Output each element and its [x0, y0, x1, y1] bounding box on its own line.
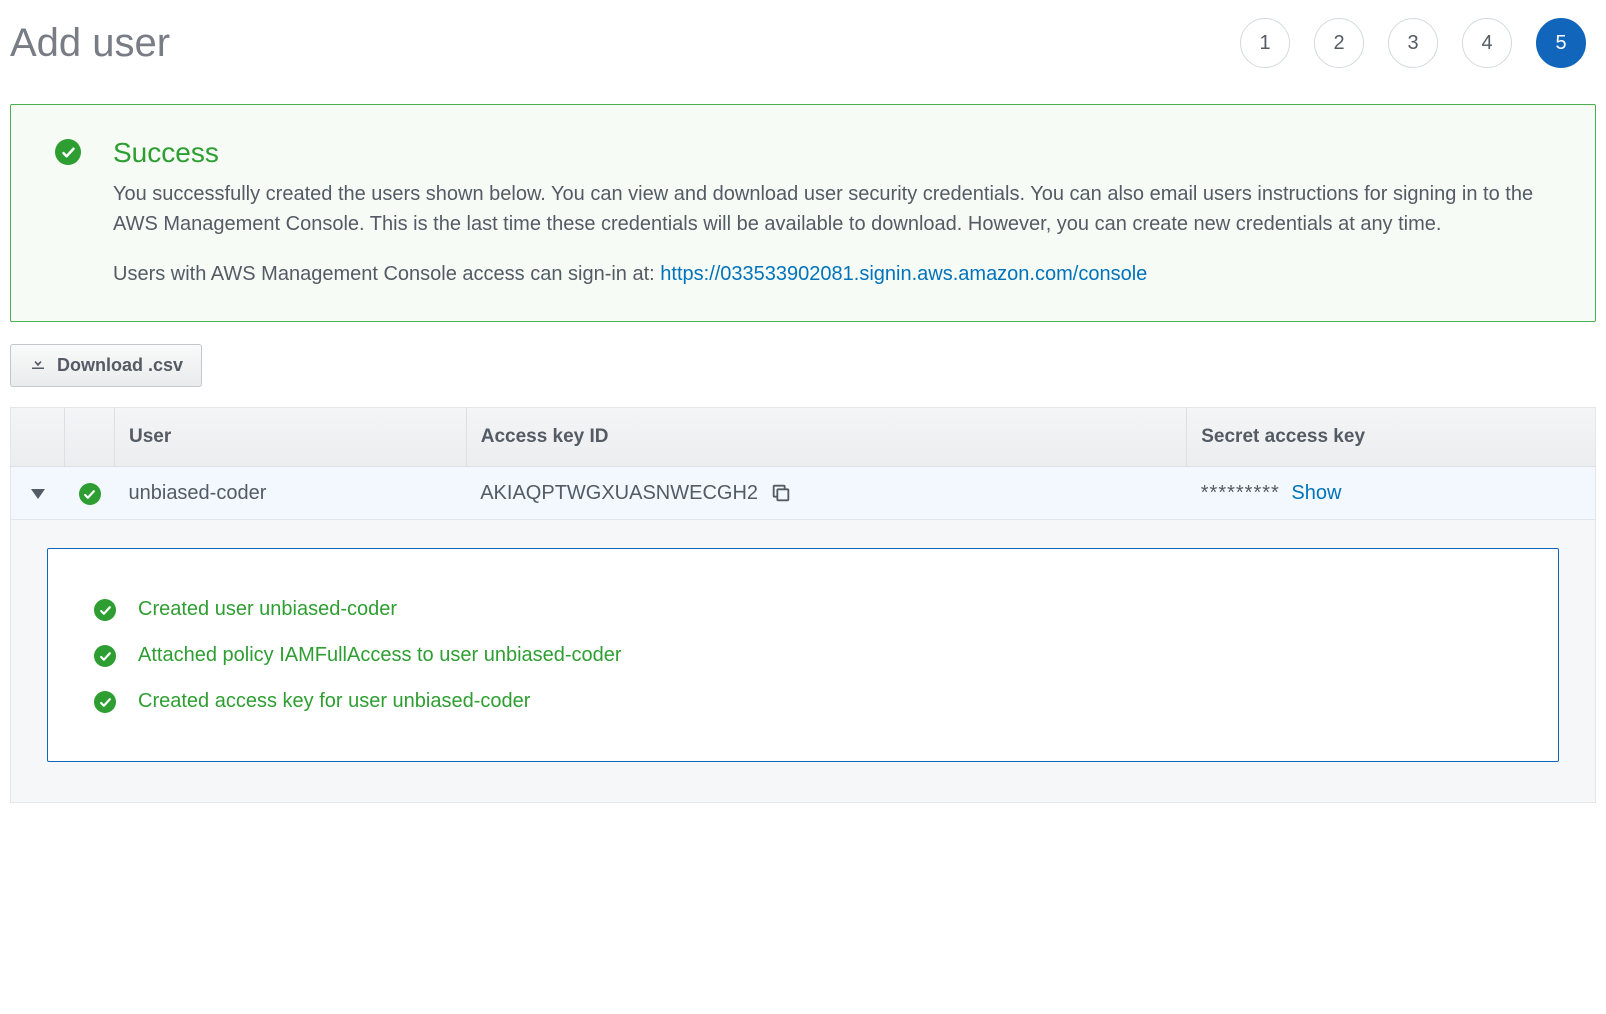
step-3[interactable]: 3	[1388, 18, 1438, 68]
step-5[interactable]: 5	[1536, 18, 1586, 68]
download-csv-button[interactable]: Download .csv	[10, 344, 202, 387]
detail-item: Attached policy IAMFullAccess to user un…	[94, 643, 1512, 667]
users-table: User Access key ID Secret access key unb…	[10, 407, 1596, 803]
detail-text: Created access key for user unbiased-cod…	[138, 690, 530, 713]
caret-down-icon	[31, 482, 45, 504]
detail-item: Created user unbiased-coder	[94, 597, 1512, 621]
detail-text: Attached policy IAMFullAccess to user un…	[138, 644, 622, 667]
row-access-key-id: AKIAQPTWGXUASNWECGH2	[480, 482, 758, 505]
success-check-icon	[79, 483, 101, 505]
download-icon	[29, 354, 47, 377]
row-secret-masked: *********	[1201, 482, 1280, 504]
col-access-key-id: Access key ID	[466, 408, 1187, 467]
row-username: unbiased-coder	[115, 467, 467, 520]
success-check-icon	[94, 691, 116, 713]
signin-prefix: Users with AWS Management Console access…	[113, 263, 660, 285]
success-paragraph-2: Users with AWS Management Console access…	[113, 259, 1559, 289]
success-title: Success	[113, 137, 1559, 169]
step-4[interactable]: 4	[1462, 18, 1512, 68]
download-csv-label: Download .csv	[57, 355, 183, 376]
step-1[interactable]: 1	[1240, 18, 1290, 68]
success-paragraph-1: You successfully created the users shown…	[113, 179, 1559, 239]
detail-text: Created user unbiased-coder	[138, 598, 397, 621]
signin-link[interactable]: https://033533902081.signin.aws.amazon.c…	[660, 263, 1147, 285]
page-title: Add user	[10, 21, 170, 66]
copy-icon[interactable]	[770, 482, 792, 504]
step-2[interactable]: 2	[1314, 18, 1364, 68]
expand-toggle[interactable]	[11, 467, 65, 520]
col-status	[65, 408, 115, 467]
success-check-icon	[94, 645, 116, 667]
show-secret-link[interactable]: Show	[1291, 482, 1341, 504]
col-secret-access-key: Secret access key	[1187, 408, 1596, 467]
col-user: User	[115, 408, 467, 467]
col-expand	[11, 408, 65, 467]
detail-item: Created access key for user unbiased-cod…	[94, 689, 1512, 713]
success-banner: Success You successfully created the use…	[10, 104, 1596, 322]
table-row: unbiased-coder AKIAQPTWGXUASNWECGH2 ****…	[11, 467, 1596, 520]
success-check-icon	[55, 139, 81, 165]
success-check-icon	[94, 599, 116, 621]
user-detail-panel: Created user unbiased-coder Attached pol…	[47, 548, 1559, 762]
row-status	[65, 467, 115, 520]
step-indicator: 1 2 3 4 5	[1240, 18, 1596, 68]
